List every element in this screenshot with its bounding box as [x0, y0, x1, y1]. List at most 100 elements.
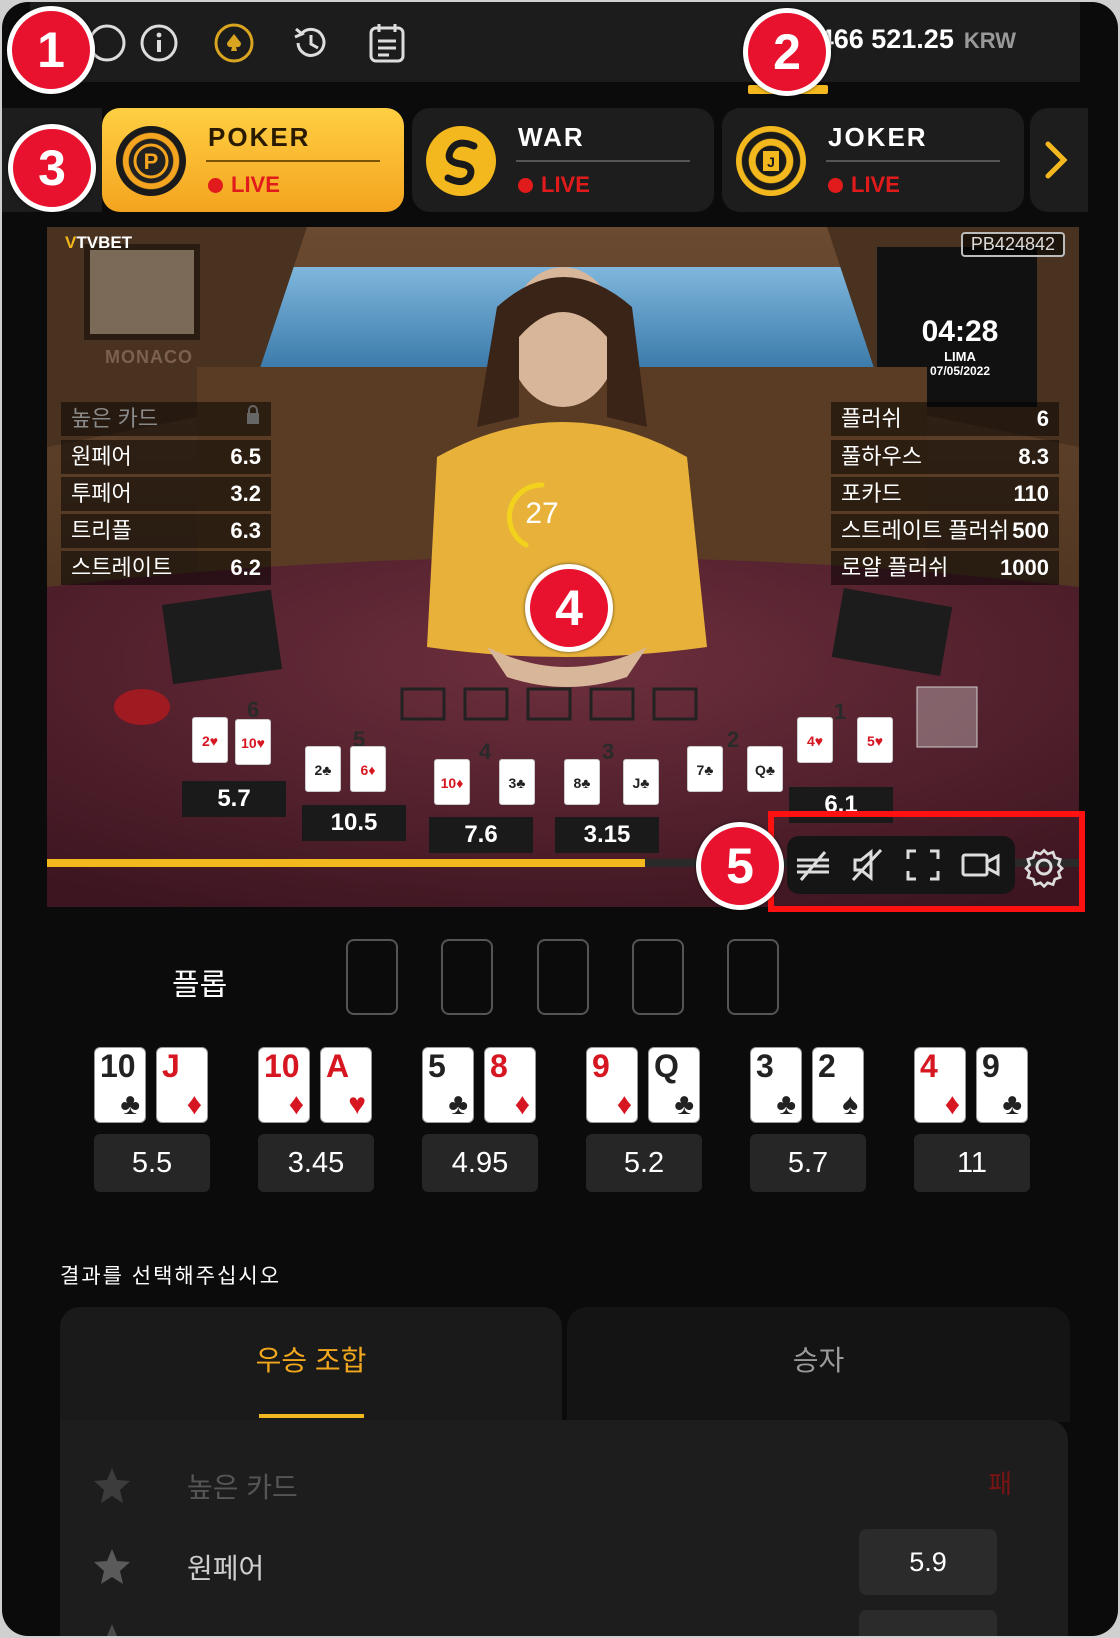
card-rank: 10 [100, 1048, 136, 1084]
club-icon: ♣ [120, 1088, 140, 1121]
card-rank: 4 [920, 1048, 938, 1084]
hand-odds-button[interactable]: 3.45 [258, 1134, 374, 1192]
bet-odds-button[interactable]: 5.9 [859, 1529, 997, 1595]
round-progress-bar [47, 859, 645, 867]
table-card: 2♣ [305, 746, 341, 792]
table-card: 5♥ [857, 717, 893, 763]
table-odds-box: 7.6 [429, 817, 533, 853]
live-label: LIVE [541, 172, 590, 197]
app-frame: 1 466 521.25 KRW P POKER LIVE WAR LIVE J … [2, 2, 1118, 1636]
table-card: 6♦ [350, 746, 386, 792]
flop-card-slot [632, 939, 684, 1015]
hand-odds-button[interactable]: 11 [914, 1134, 1030, 1192]
hand-odds-button[interactable]: 5.5 [94, 1134, 210, 1192]
clock-date: 07/05/2022 [929, 364, 991, 378]
hand-number: 1 [834, 699, 847, 724]
clock-city: LIMA [944, 349, 976, 364]
hand-card: Q ♣ [648, 1047, 700, 1123]
star-icon[interactable] [92, 1466, 132, 1506]
bet-status: 패 [988, 1469, 1012, 1499]
marker-badge: 4 [525, 564, 613, 652]
table-card: 10♦ [434, 759, 470, 805]
hand-card: 10 ♦ [258, 1047, 310, 1123]
table-card: 7♣ [687, 746, 723, 792]
odds-value: 6.5 [230, 444, 261, 469]
live-label: LIVE [851, 172, 900, 197]
notepad-icon[interactable] [365, 22, 407, 64]
game-tile-poker[interactable]: P POKER LIVE [102, 108, 404, 212]
odds-row: 트리플 6.3 [61, 514, 271, 548]
odds-row: 로얄 플러쉬 1000 [831, 551, 1059, 585]
tab-winning-combination[interactable]: 우승 조합 [60, 1307, 562, 1422]
odds-label: 높은 카드 [71, 406, 159, 431]
table-odds-box: 10.5 [302, 805, 406, 841]
game-name: POKER [208, 122, 311, 152]
star-icon[interactable] [92, 1622, 132, 1636]
poker-logo-icon: P [116, 126, 186, 196]
hand-odds-button[interactable]: 5.7 [750, 1134, 866, 1192]
bet-label: 높은 카드 [187, 1472, 298, 1503]
hand-number: 4 [479, 739, 492, 764]
star-icon[interactable] [92, 1547, 132, 1587]
odds-label: 투페어 [71, 481, 132, 506]
spade-coin-icon[interactable] [213, 22, 255, 64]
game-tile-joker[interactable]: J JOKER LIVE [722, 108, 1024, 212]
hand-card: 4 ♦ [914, 1047, 966, 1123]
odds-value: 8.3 [1018, 444, 1049, 469]
hand-card: 9 ♦ [586, 1047, 638, 1123]
round-id-badge: PB424842 [960, 232, 1065, 257]
diamond-icon: ♦ [514, 1088, 530, 1121]
flop-card-slot [727, 939, 779, 1015]
odds-label: 트리플 [71, 518, 132, 543]
hand-card: 8 ♦ [484, 1047, 536, 1123]
heart-icon: ♥ [348, 1088, 366, 1121]
hand-odds-button[interactable]: 5.2 [586, 1134, 702, 1192]
live-label: LIVE [231, 172, 280, 197]
tab-winner[interactable]: 승자 [567, 1307, 1070, 1422]
odds-row: 플러쉬 6 [831, 402, 1059, 436]
hand-odds-button[interactable]: 4.95 [422, 1134, 538, 1192]
table-odds-box: 5.7 [182, 781, 286, 817]
history-icon[interactable] [288, 22, 330, 64]
card-rank: 10 [264, 1048, 300, 1084]
info-icon[interactable] [138, 22, 180, 64]
lock-icon [245, 402, 261, 436]
studio-clock: 04:28 LIMA 07/05/2022 [885, 315, 1035, 378]
flop-label: 플롭 [172, 969, 228, 1002]
odds-label: 풀하우스 [841, 444, 922, 469]
odds-row: 원페어 6.5 [61, 440, 271, 474]
bet-odds-button-partial[interactable] [859, 1610, 997, 1636]
active-tab-underline [259, 1414, 364, 1418]
odds-label: 원페어 [71, 444, 132, 469]
next-games-button[interactable] [1030, 108, 1088, 212]
controls-highlight-frame [768, 811, 1085, 912]
brand-name: TVBET [76, 233, 133, 252]
marker-badge: 3 [8, 124, 96, 212]
table-card: J♣ [623, 759, 659, 805]
odds-label: 플러쉬 [841, 406, 902, 431]
marker-badge: 5 [696, 822, 784, 910]
joker-logo-icon: J [736, 126, 806, 196]
diamond-icon: ♦ [616, 1088, 632, 1121]
card-rank: Q [654, 1048, 679, 1084]
hand-card: 5 ♣ [422, 1047, 474, 1123]
odds-value: 3.2 [230, 481, 261, 506]
club-icon: ♣ [1002, 1088, 1022, 1121]
odds-value: 6 [1036, 406, 1049, 431]
game-name: JOKER [828, 122, 928, 152]
table-card: 3♣ [499, 759, 535, 805]
monaco-sign: MONACO [105, 347, 193, 367]
hand-number: 2 [727, 727, 740, 752]
game-tile-war[interactable]: WAR LIVE [412, 108, 714, 212]
bet-label: 원페어 [187, 1553, 265, 1584]
top-bar: 1 466 521.25 KRW [30, 2, 1080, 82]
flop-card-slot [441, 939, 493, 1015]
svg-text:J: J [767, 154, 775, 170]
odds-label: 로얄 플러쉬 [841, 555, 949, 580]
bet-options-panel [60, 1420, 1068, 1636]
live-dot-icon [518, 178, 533, 193]
odds-value: 6.3 [230, 518, 261, 543]
game-name: WAR [518, 122, 585, 152]
card-rank: 9 [982, 1048, 1000, 1084]
hand-card: 9 ♣ [976, 1047, 1028, 1123]
